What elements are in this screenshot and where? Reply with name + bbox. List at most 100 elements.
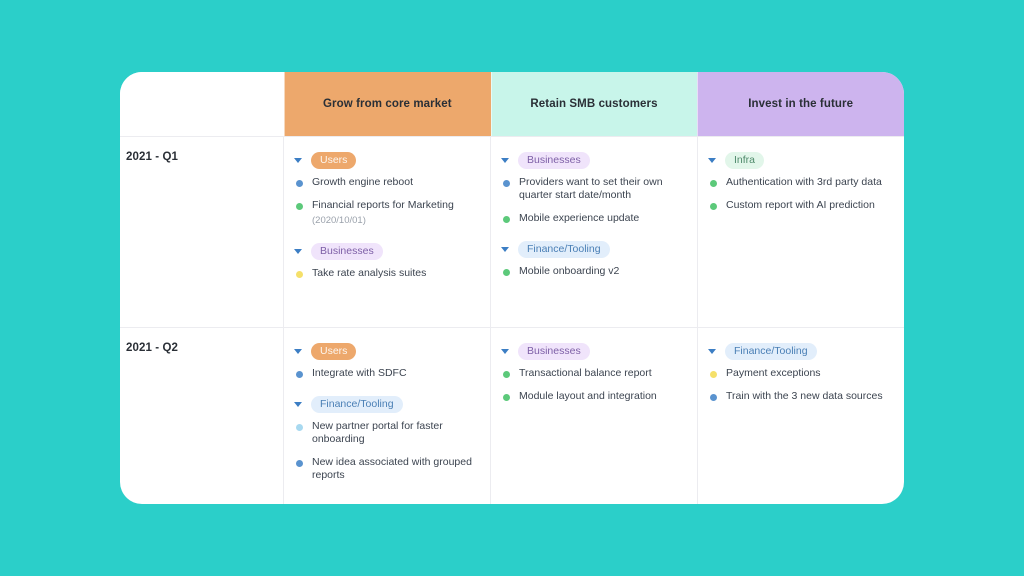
roadmap-item-label: Financial reports for Marketing (2020/10/…	[312, 199, 454, 226]
column-header-label: Retain SMB customers	[530, 98, 658, 110]
column-header-grow-from-core-market[interactable]: Grow from core market	[284, 72, 491, 136]
roadmap-item-label: Growth engine reboot	[312, 176, 413, 188]
chevron-down-icon[interactable]	[501, 156, 510, 165]
roadmap-item-label: Module layout and integration	[519, 390, 657, 402]
quarter-label: 2021 - Q1	[126, 151, 179, 163]
roadmap-item[interactable]: Mobile onboarding v2	[503, 265, 681, 278]
roadmap-item[interactable]: Authentication with 3rd party data	[710, 176, 888, 189]
roadmap-item-date: (2020/10/01)	[312, 215, 366, 226]
roadmap-item[interactable]: Take rate analysis suites	[296, 267, 474, 280]
tag-group-header[interactable]: Businesses	[294, 242, 474, 260]
roadmap-board: Grow from core market Retain SMB custome…	[120, 72, 904, 504]
roadmap-item[interactable]: Providers want to set their own quarter …	[503, 176, 681, 202]
chevron-down-icon[interactable]	[708, 347, 717, 356]
tag-group-header[interactable]: Businesses	[501, 342, 681, 360]
status-dot-icon	[710, 203, 717, 210]
quarter-row: 2021 - Q2 Users Integrate with SDFC Finance…	[120, 327, 904, 504]
board-cell: Businesses Transactional balance report Mo…	[491, 328, 698, 504]
tag-group: Users Integrate with SDFC	[294, 342, 474, 380]
tag-group-header[interactable]: Businesses	[501, 151, 681, 169]
tag-group: Businesses Transactional balance report Mo…	[501, 342, 681, 403]
roadmap-item[interactable]: Financial reports for Marketing (2020/10/…	[296, 199, 474, 227]
chevron-down-icon[interactable]	[294, 347, 303, 356]
tag-pill[interactable]: Users	[311, 342, 357, 360]
tag-pill[interactable]: Businesses	[311, 242, 383, 260]
tag-pill[interactable]: Users	[311, 151, 357, 169]
tag-group: Finance/Tooling Mobile onboarding v2	[501, 240, 681, 278]
row-label-cell: 2021 - Q2	[120, 328, 284, 504]
status-dot-icon	[296, 180, 303, 187]
tag-pill[interactable]: Businesses	[518, 342, 590, 360]
tag-pill[interactable]: Finance/Tooling	[518, 240, 610, 258]
roadmap-item[interactable]: Mobile experience update	[503, 212, 681, 225]
roadmap-item[interactable]: Payment exceptions	[710, 367, 888, 380]
status-dot-icon	[710, 371, 717, 378]
tag-pill[interactable]: Businesses	[518, 151, 590, 169]
roadmap-item[interactable]: New partner portal for faster onboarding	[296, 420, 474, 446]
tag-group-header[interactable]: Users	[294, 151, 474, 169]
chevron-down-icon[interactable]	[501, 245, 510, 254]
tag-pill[interactable]: Finance/Tooling	[725, 342, 817, 360]
status-dot-icon	[503, 371, 510, 378]
chevron-down-icon[interactable]	[294, 400, 303, 409]
board-cell: Finance/Tooling Payment exceptions Train w…	[698, 328, 904, 504]
status-dot-icon	[296, 371, 303, 378]
tag-group-header[interactable]: Users	[294, 342, 474, 360]
tag-pill[interactable]: Infra	[725, 151, 765, 169]
roadmap-item-label: Custom report with AI prediction	[726, 199, 875, 211]
roadmap-item-label: Mobile onboarding v2	[519, 265, 620, 277]
roadmap-item-label: Providers want to set their own quarter …	[519, 176, 663, 201]
row-label-cell: 2021 - Q1	[120, 137, 284, 327]
status-dot-icon	[296, 424, 303, 431]
status-dot-icon	[296, 271, 303, 278]
status-dot-icon	[296, 460, 303, 467]
roadmap-item[interactable]: Transactional balance report	[503, 367, 681, 380]
roadmap-item-label: Authentication with 3rd party data	[726, 176, 882, 188]
tag-group: Finance/Tooling New partner portal for fa…	[294, 395, 474, 482]
status-dot-icon	[503, 269, 510, 276]
roadmap-item-label: Integrate with SDFC	[312, 367, 407, 379]
tag-pill[interactable]: Finance/Tooling	[311, 395, 403, 413]
tag-group-header[interactable]: Finance/Tooling	[294, 395, 474, 413]
tag-group: Infra Authentication with 3rd party data C…	[708, 151, 888, 212]
tag-group-header[interactable]: Finance/Tooling	[501, 240, 681, 258]
tag-group: Businesses Providers want to set their ow…	[501, 151, 681, 225]
roadmap-item[interactable]: New idea associated with grouped reports	[296, 456, 474, 482]
roadmap-item-label: New partner portal for faster onboarding	[312, 420, 443, 445]
status-dot-icon	[503, 216, 510, 223]
header-corner-cell	[120, 72, 284, 136]
tag-group: Finance/Tooling Payment exceptions Train w…	[708, 342, 888, 403]
column-header-retain-smb-customers[interactable]: Retain SMB customers	[490, 72, 698, 136]
roadmap-item-label: Train with the 3 new data sources	[726, 390, 883, 402]
status-dot-icon	[503, 180, 510, 187]
roadmap-item-label: Take rate analysis suites	[312, 267, 427, 279]
tag-group-header[interactable]: Infra	[708, 151, 888, 169]
roadmap-item[interactable]: Train with the 3 new data sources	[710, 390, 888, 403]
status-dot-icon	[710, 180, 717, 187]
chevron-down-icon[interactable]	[294, 156, 303, 165]
roadmap-item[interactable]: Custom report with AI prediction	[710, 199, 888, 212]
quarter-row: 2021 - Q1 Users Growth engine reboot Financ…	[120, 136, 904, 327]
roadmap-item[interactable]: Integrate with SDFC	[296, 367, 474, 380]
column-header-invest-in-the-future[interactable]: Invest in the future	[697, 72, 904, 136]
chevron-down-icon[interactable]	[501, 347, 510, 356]
quarter-label: 2021 - Q2	[126, 342, 179, 354]
chevron-down-icon[interactable]	[708, 156, 717, 165]
roadmap-item-label: Transactional balance report	[519, 367, 652, 379]
tag-group-header[interactable]: Finance/Tooling	[708, 342, 888, 360]
board-cell: Businesses Providers want to set their ow…	[491, 137, 698, 327]
roadmap-item-label: New idea associated with grouped reports	[312, 456, 472, 481]
tag-group: Businesses Take rate analysis suites	[294, 242, 474, 280]
status-dot-icon	[710, 394, 717, 401]
board-cell: Users Growth engine reboot Financial repor…	[284, 137, 491, 327]
chevron-down-icon[interactable]	[294, 247, 303, 256]
board-header-row: Grow from core market Retain SMB custome…	[120, 72, 904, 136]
status-dot-icon	[296, 203, 303, 210]
board-rows: 2021 - Q1 Users Growth engine reboot Financ…	[120, 136, 904, 504]
tag-group: Users Growth engine reboot Financial repor…	[294, 151, 474, 227]
column-header-label: Invest in the future	[748, 98, 854, 110]
board-cell: Infra Authentication with 3rd party data C…	[698, 137, 904, 327]
roadmap-item[interactable]: Growth engine reboot	[296, 176, 474, 189]
roadmap-item[interactable]: Module layout and integration	[503, 390, 681, 403]
roadmap-item-label: Mobile experience update	[519, 212, 640, 224]
